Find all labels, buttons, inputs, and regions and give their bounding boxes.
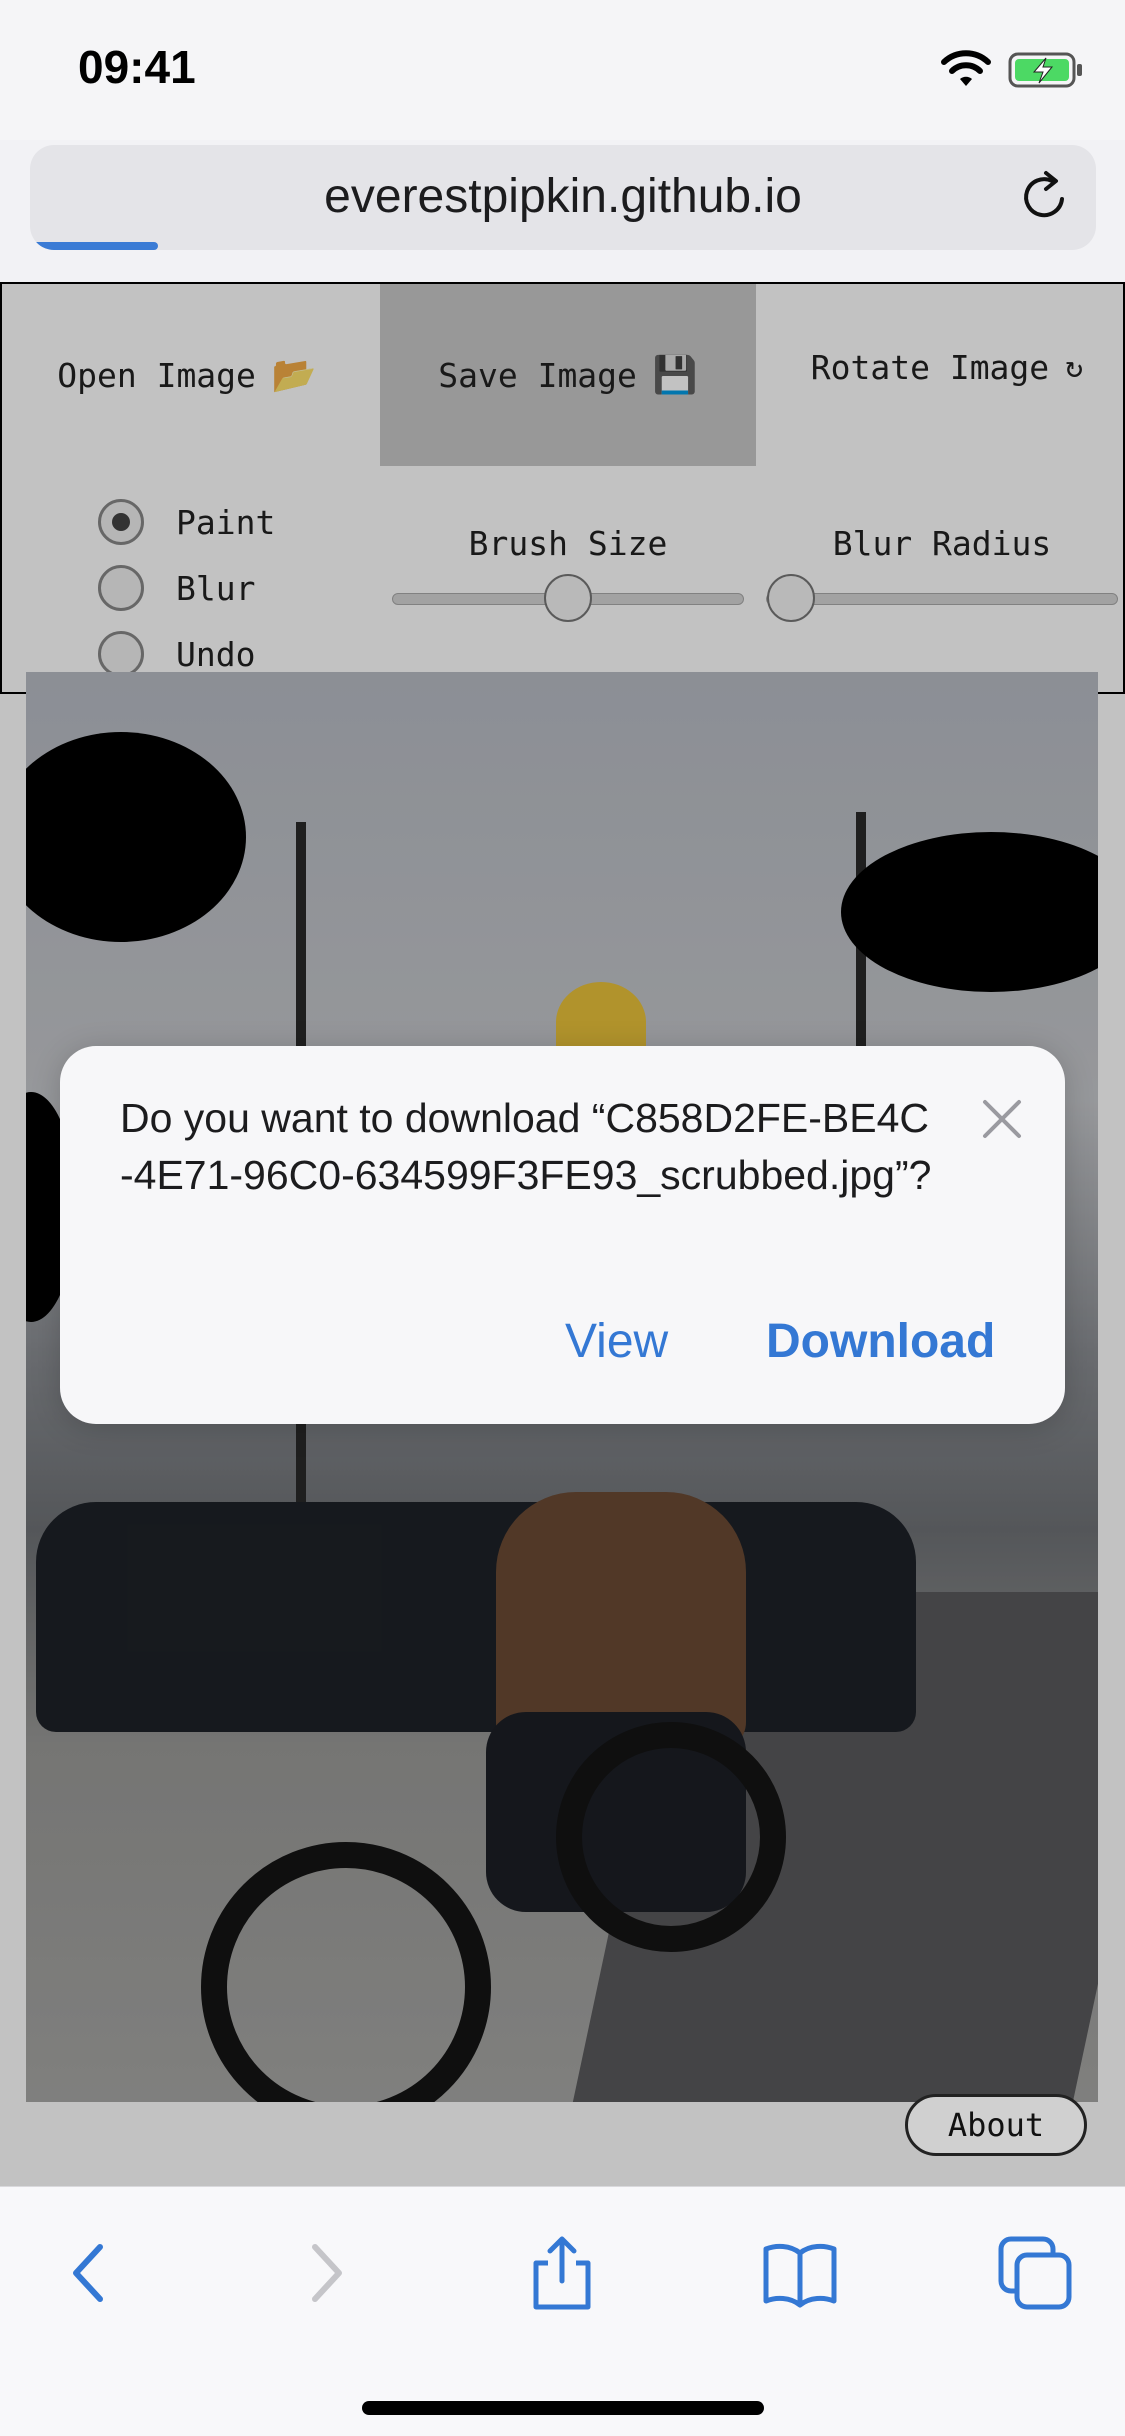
home-indicator (362, 2401, 764, 2415)
status-time: 09:41 (78, 41, 196, 93)
close-icon[interactable] (977, 1094, 1027, 1144)
download-dialog: Do you want to download “C858D2FE-BE4C-4… (60, 1046, 1065, 1424)
bookmarks-icon[interactable] (760, 2233, 840, 2313)
back-icon[interactable] (50, 2233, 130, 2313)
about-button[interactable]: About (905, 2094, 1087, 2156)
share-icon[interactable] (522, 2233, 602, 2313)
download-dialog-message: Do you want to download “C858D2FE-BE4C-4… (120, 1095, 932, 1198)
battery-charging-icon (1008, 52, 1082, 88)
status-bar: 09:41 (0, 0, 1125, 140)
wifi-icon (941, 50, 991, 86)
url-bar[interactable]: everestpipkin.github.io (30, 145, 1096, 250)
browser-bottom-toolbar (0, 2186, 1125, 2436)
reload-icon[interactable] (1016, 169, 1072, 225)
forward-icon[interactable] (285, 2233, 365, 2313)
page-load-progress (30, 242, 158, 250)
download-button[interactable]: Download (766, 1314, 995, 1369)
tabs-icon[interactable] (995, 2233, 1075, 2313)
url-text[interactable]: everestpipkin.github.io (30, 169, 1096, 224)
view-button[interactable]: View (565, 1314, 668, 1369)
